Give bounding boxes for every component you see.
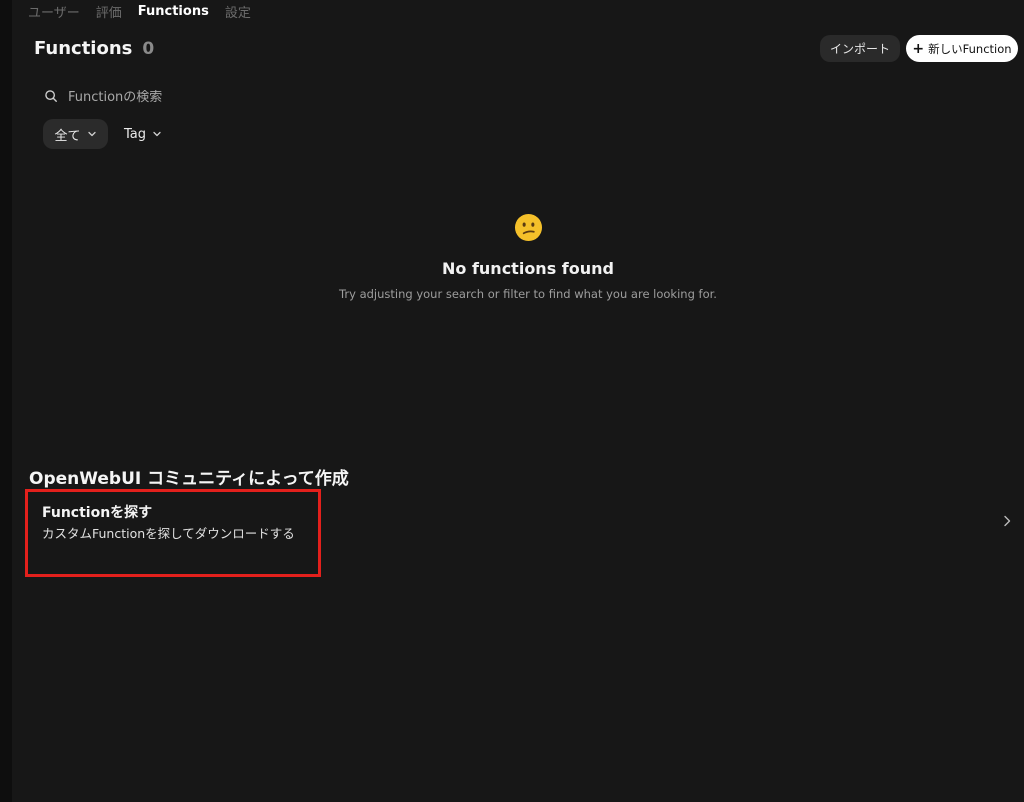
tab-users[interactable]: ユーザー xyxy=(28,2,80,21)
filter-tag-label: Tag xyxy=(123,126,146,142)
sidebar-edge xyxy=(0,0,12,802)
filter-all-label: 全て xyxy=(54,128,81,144)
confused-face-icon xyxy=(514,213,543,242)
page-title-text: Functions xyxy=(34,38,133,59)
new-function-button[interactable]: + 新しいFunction xyxy=(906,35,1018,62)
community-heading: OpenWebUI コミュニティによって作成 xyxy=(29,469,349,489)
page-title: Functions 0 xyxy=(34,38,154,59)
empty-state-subtitle: Try adjusting your search or filter to f… xyxy=(339,287,717,301)
search-input[interactable] xyxy=(68,89,408,105)
discover-functions-subtitle: カスタムFunctionを探してダウンロードする xyxy=(42,526,295,541)
empty-state-title: No functions found xyxy=(442,259,614,278)
chevron-down-icon xyxy=(87,129,97,139)
tab-evaluations[interactable]: 評価 xyxy=(96,2,122,21)
tab-settings[interactable]: 設定 xyxy=(225,2,251,21)
new-function-label: 新しいFunction xyxy=(928,41,1012,56)
function-count: 0 xyxy=(142,39,155,59)
admin-tabs: ユーザー 評価 Functions 設定 xyxy=(28,2,251,21)
import-button-label: インポート xyxy=(829,42,890,56)
filter-all-dropdown[interactable]: 全て xyxy=(43,119,108,149)
import-button[interactable]: インポート xyxy=(820,35,900,62)
search-icon xyxy=(44,88,58,107)
filter-tag-dropdown[interactable]: Tag xyxy=(113,119,173,149)
discover-functions-title: Functionを探す xyxy=(42,505,153,521)
chevron-down-icon xyxy=(152,129,162,139)
search-bar xyxy=(44,86,444,108)
plus-icon: + xyxy=(912,40,925,57)
tab-functions[interactable]: Functions xyxy=(138,4,209,19)
chevron-right-icon xyxy=(1001,513,1013,527)
